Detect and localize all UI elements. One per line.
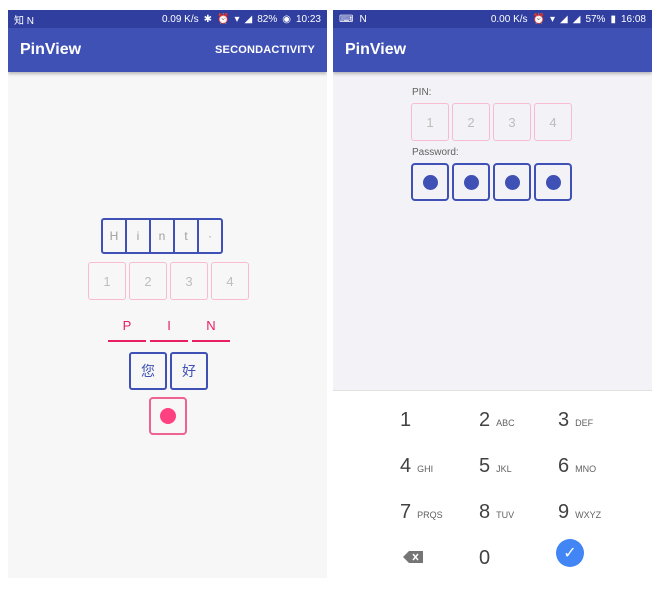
alarm-icon: ⏰ — [532, 13, 545, 25]
network-speed: 0.00 K/s — [490, 13, 528, 25]
pin-box[interactable]: 3 — [170, 262, 208, 300]
key-0[interactable]: 0 — [479, 547, 490, 570]
pin-box[interactable]: 2 — [129, 262, 167, 300]
status-bar: 知 N 0.09 K/s ✱ ⏰ ▾ ◢ 82% ◉ 10:23 — [8, 10, 327, 28]
single-dot-pinview[interactable] — [149, 397, 187, 435]
password-dot — [160, 408, 176, 424]
hint-box[interactable]: · — [197, 218, 223, 254]
password-box[interactable] — [452, 163, 490, 201]
password-box[interactable] — [149, 397, 187, 435]
status-bar: ⌨ N 0.00 K/s ⏰ ▾ ◢ ◢ 57% ▮ 16:08 — [333, 10, 652, 28]
hint-box[interactable]: i — [125, 218, 151, 254]
app-title: PinView — [20, 41, 82, 58]
underline-pin-box[interactable]: P — [108, 318, 146, 342]
password-box[interactable] — [411, 163, 449, 201]
key-number: 2 — [479, 409, 491, 431]
battery-icon: ◉ — [282, 13, 291, 25]
password-dot — [504, 174, 520, 190]
pin-box[interactable]: 2 — [452, 103, 490, 141]
password-dot — [422, 174, 438, 190]
password-pinview[interactable] — [411, 163, 575, 201]
secondactivity-button[interactable]: SECONDACTIVITY — [215, 44, 315, 56]
pin-label: PIN: — [412, 87, 432, 98]
password-dot — [463, 174, 479, 190]
key-letters: GHI — [417, 464, 434, 474]
backspace-icon[interactable] — [403, 551, 423, 563]
chinese-pinview[interactable]: 您 好 — [129, 352, 211, 390]
key-1[interactable]: 1 — [400, 409, 417, 432]
key-4[interactable]: 4 GHI — [400, 455, 433, 478]
key-number: 6 — [558, 455, 570, 477]
hint-box[interactable]: t — [173, 218, 199, 254]
pin-pinview[interactable]: 1 2 3 4 — [411, 103, 575, 141]
notification-icons: 知 N — [14, 15, 34, 27]
password-label: Password: — [412, 147, 459, 158]
notification-icon: N — [359, 13, 367, 25]
key-number: 3 — [558, 409, 570, 431]
pin-box[interactable]: 1 — [411, 103, 449, 141]
keyboard-icon: ⌨ — [339, 13, 354, 25]
key-6[interactable]: 6 MNO — [558, 455, 596, 478]
key-letters: DEF — [575, 418, 594, 428]
wifi-icon: ▾ — [550, 13, 556, 25]
chinese-pin-box[interactable]: 您 — [129, 352, 167, 390]
hint-box[interactable]: H — [101, 218, 127, 254]
key-number: 1 — [400, 409, 412, 431]
key-letters: TUV — [496, 510, 515, 520]
wifi-icon: ▾ — [234, 13, 240, 25]
pin-pinview-pink[interactable]: 1 2 3 4 — [88, 262, 252, 300]
key-number: 0 — [479, 547, 491, 569]
numeric-keypad: 1 2 ABC 3 DEF 4 GHI 5 JKL 6 MNO 7 PRQS 8 — [333, 390, 652, 578]
key-letters: MNO — [575, 464, 597, 474]
clock: 16:08 — [620, 13, 646, 25]
underline-pin-box[interactable]: N — [192, 318, 230, 342]
chinese-pin-box[interactable]: 好 — [170, 352, 208, 390]
password-dot — [545, 174, 561, 190]
password-box[interactable] — [493, 163, 531, 201]
battery-percent: 82% — [257, 13, 278, 25]
key-7[interactable]: 7 PRQS — [400, 501, 443, 524]
key-letters: JKL — [496, 464, 512, 474]
key-letters: WXYZ — [575, 510, 602, 520]
signal-icon: ◢ — [572, 13, 581, 25]
key-number: 9 — [558, 501, 570, 523]
pin-box[interactable]: 4 — [211, 262, 249, 300]
signal-icon: ◢ — [560, 13, 568, 25]
app-title: PinView — [345, 41, 407, 58]
alarm-icon: ⏰ — [217, 13, 230, 25]
key-5[interactable]: 5 JKL — [479, 455, 512, 478]
key-number: 8 — [479, 501, 491, 523]
key-letters: ABC — [496, 418, 515, 428]
key-letters: PRQS — [417, 510, 443, 520]
app-bar: PinView SECONDACTIVITY — [8, 28, 327, 72]
clock: 10:23 — [295, 13, 321, 25]
app-bar: PinView — [333, 28, 652, 72]
key-3[interactable]: 3 DEF — [558, 409, 593, 432]
key-8[interactable]: 8 TUV — [479, 501, 514, 524]
bluetooth-icon: ✱ — [203, 13, 213, 25]
hint-pinview[interactable]: H i n t · — [101, 218, 223, 254]
underline-pinview[interactable]: P I N — [108, 318, 234, 342]
underline-pin-box[interactable]: I — [150, 318, 188, 342]
battery-icon: ▮ — [610, 13, 616, 25]
checkmark-icon[interactable]: ✓ — [556, 539, 584, 567]
battery-percent: 57% — [585, 13, 606, 25]
right-screen: ⌨ N 0.00 K/s ⏰ ▾ ◢ ◢ 57% ▮ 16:08 PinView… — [333, 10, 652, 578]
key-number: 5 — [479, 455, 491, 477]
left-screen: 知 N 0.09 K/s ✱ ⏰ ▾ ◢ 82% ◉ 10:23 PinView… — [8, 10, 327, 578]
key-number: 7 — [400, 501, 412, 523]
key-number: 4 — [400, 455, 412, 477]
pin-box[interactable]: 1 — [88, 262, 126, 300]
pin-box[interactable]: 3 — [493, 103, 531, 141]
pin-box[interactable]: 4 — [534, 103, 572, 141]
key-2[interactable]: 2 ABC — [479, 409, 515, 432]
network-speed: 0.09 K/s — [161, 13, 199, 25]
signal-icon: ◢ — [244, 13, 253, 25]
key-9[interactable]: 9 WXYZ — [558, 501, 601, 524]
password-box[interactable] — [534, 163, 572, 201]
hint-box[interactable]: n — [149, 218, 175, 254]
